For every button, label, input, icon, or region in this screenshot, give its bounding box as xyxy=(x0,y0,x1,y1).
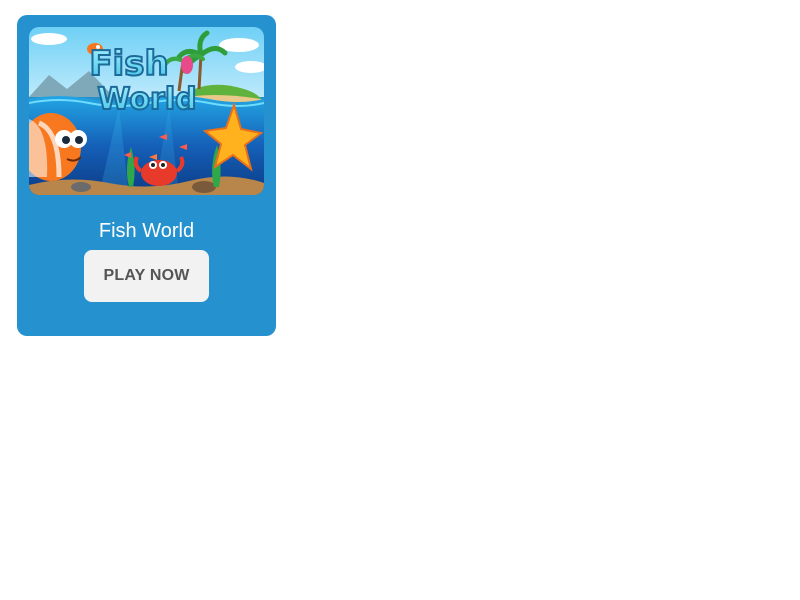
game-card[interactable]: Fish World Fish World PLAY NOW xyxy=(17,15,276,336)
game-title[interactable]: Fish World xyxy=(17,219,276,243)
play-now-button[interactable]: PLAY NOW xyxy=(84,250,209,302)
game-thumbnail[interactable]: Fish World xyxy=(29,27,264,195)
fish-world-artwork: Fish World xyxy=(29,27,264,195)
logo-text-line2: World xyxy=(97,82,196,117)
logo-text-line1: Fish xyxy=(89,44,168,84)
